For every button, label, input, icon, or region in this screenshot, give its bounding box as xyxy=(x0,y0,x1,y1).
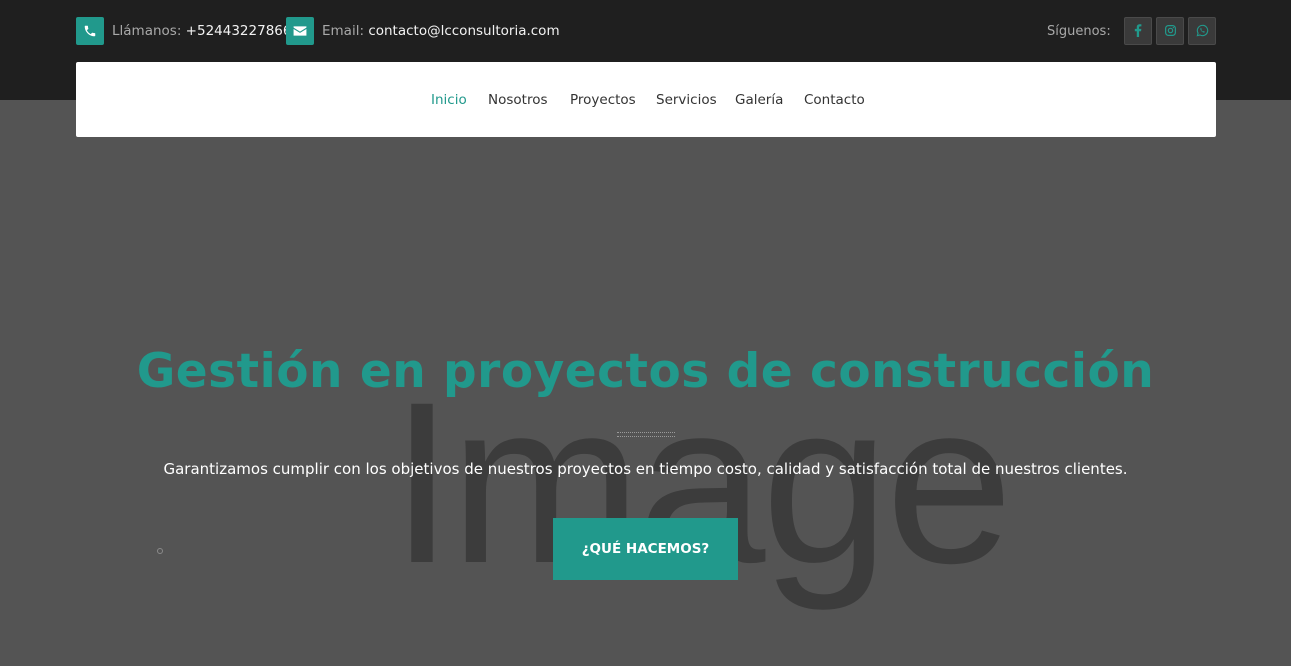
instagram-icon xyxy=(1164,22,1177,41)
nav-item-nosotros[interactable]: Nosotros xyxy=(488,92,548,108)
phone-number[interactable]: +524432278664 xyxy=(186,23,300,39)
facebook-link[interactable] xyxy=(1124,17,1152,45)
phone-text: Llámanos: +524432278664 xyxy=(112,23,300,39)
nav-item-inicio[interactable]: Inicio xyxy=(431,92,467,108)
nav-item-galeria[interactable]: Galería xyxy=(735,92,783,108)
envelope-icon xyxy=(286,17,314,45)
hero-subtitle: Garantizamos cumplir con los objetivos d… xyxy=(163,460,1128,478)
email-address[interactable]: contacto@lcconsultoria.com xyxy=(368,23,559,39)
phone-label: Llámanos: xyxy=(112,23,182,39)
email-contact[interactable]: Email: contacto@lcconsultoria.com xyxy=(286,17,560,45)
slider-dot[interactable] xyxy=(157,548,163,554)
main-navigation: Inicio Nosotros Proyectos Servicios Gale… xyxy=(76,62,1216,137)
whatsapp-icon xyxy=(1196,22,1209,41)
phone-icon xyxy=(76,17,104,45)
hero-title: Gestión en proyectos de construcción xyxy=(136,344,1155,399)
whatsapp-link[interactable] xyxy=(1188,17,1216,45)
email-text: Email: contacto@lcconsultoria.com xyxy=(322,23,560,39)
phone-contact[interactable]: Llámanos: +524432278664 xyxy=(76,17,300,45)
email-label: Email: xyxy=(322,23,365,39)
nav-item-servicios[interactable]: Servicios xyxy=(656,92,717,108)
nav-item-proyectos[interactable]: Proyectos xyxy=(570,92,636,108)
facebook-icon xyxy=(1134,22,1142,41)
title-divider xyxy=(617,432,675,437)
nav-item-contacto[interactable]: Contacto xyxy=(804,92,865,108)
instagram-link[interactable] xyxy=(1156,17,1184,45)
que-hacemos-button[interactable]: ¿QUÉ HACEMOS? xyxy=(553,518,738,580)
follow-label: Síguenos: xyxy=(1047,24,1111,39)
